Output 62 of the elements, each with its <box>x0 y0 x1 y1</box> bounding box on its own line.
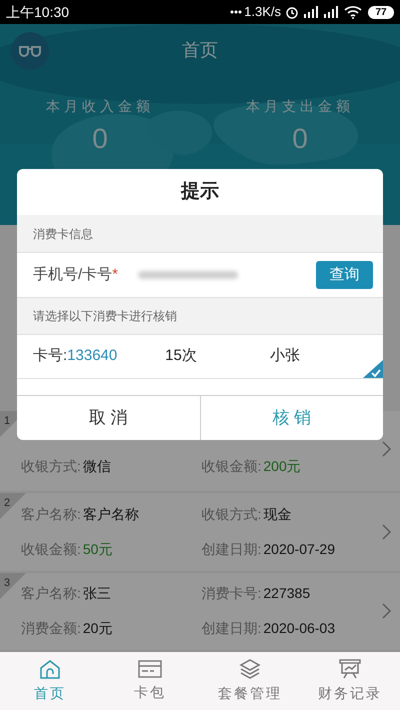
record-card[interactable]: 2 客户名称:客户名称 收银方式:现金 收银金额:50元 创建日期:2020-07-29 <box>0 493 400 570</box>
field-label: 客户名称: <box>21 584 81 604</box>
signal-icon <box>323 6 339 18</box>
stat-value: 0 <box>92 122 108 156</box>
section-label: 消费卡信息 <box>33 226 93 242</box>
field-value: 227385 <box>263 584 310 604</box>
stat-label: 本月支出金额 <box>246 97 354 116</box>
clock-time: 上午10:30 <box>6 2 70 22</box>
stat-value: 0 <box>292 122 308 156</box>
field-value: 2020-06-03 <box>263 619 336 638</box>
field-value: 微信 <box>82 457 111 476</box>
battery-indicator: 77 <box>368 6 394 18</box>
confirm-button[interactable]: 核 销 <box>200 396 383 440</box>
alarm-icon <box>285 5 299 19</box>
field-label: 收银方式: <box>202 504 262 524</box>
field-value: 2020-07-29 <box>263 540 336 559</box>
field-label: 收银金额: <box>202 457 262 476</box>
wifi-icon <box>344 5 362 19</box>
field-label: 收银方式: <box>21 457 81 476</box>
field-value: 200元 <box>263 457 301 476</box>
field-value: 20元 <box>82 619 112 638</box>
chevron-right-icon <box>382 441 392 457</box>
field-label: 创建日期: <box>202 619 262 638</box>
field-label: 创建日期: <box>202 540 262 559</box>
card-icon <box>138 660 162 678</box>
nav-tab[interactable]: 卡包 <box>100 652 200 710</box>
home-icon <box>39 658 61 678</box>
layers-icon <box>239 658 261 678</box>
field-value: 客户名称 <box>82 504 139 524</box>
field-label: 消费卡号: <box>202 584 262 604</box>
field-label: 手机号/卡号 <box>33 264 112 285</box>
field-value: 50元 <box>82 540 112 559</box>
redacted-input-field[interactable] <box>138 271 238 279</box>
chevron-right-icon <box>382 603 392 620</box>
usage-count: 15次 <box>165 346 198 366</box>
page-title: 首页 <box>182 38 218 62</box>
signal-icon <box>303 6 319 18</box>
card-number: 133640 <box>67 346 118 366</box>
stat-label: 本月收入金额 <box>46 97 154 116</box>
field-label: 收银金额: <box>21 540 81 559</box>
dots-icon <box>230 10 242 14</box>
dialog-title: 提示 <box>180 180 220 204</box>
nav-tab[interactable]: 首页 <box>0 652 100 710</box>
field-label: 客户名称: <box>21 504 81 524</box>
record-number: 2 <box>4 496 10 511</box>
network-speed: 1.3K/s <box>244 3 281 22</box>
card-label: 卡号: <box>33 346 68 366</box>
chart-board-icon <box>339 658 361 678</box>
required-asterisk: * <box>112 264 118 285</box>
nav-tab[interactable]: 套餐管理 <box>200 652 300 710</box>
chevron-right-icon <box>382 524 392 540</box>
field-value: 现金 <box>263 504 292 524</box>
field-label: 消费金额: <box>21 619 81 638</box>
record-card[interactable]: 3 客户名称:张三 消费卡号:227385 消费金额:20元 创建日期:2020-06-03 <box>0 572 400 650</box>
card-holder-name: 小张 <box>270 346 300 366</box>
hint-text: 请选择以下消费卡进行核销 <box>33 308 177 325</box>
query-button[interactable]: 查询 <box>316 261 373 289</box>
nav-tab[interactable]: 财务记录 <box>300 652 400 710</box>
record-number: 3 <box>4 576 10 590</box>
field-value: 张三 <box>82 584 111 604</box>
record-number: 1 <box>4 414 10 429</box>
glasses-icon <box>18 43 42 59</box>
